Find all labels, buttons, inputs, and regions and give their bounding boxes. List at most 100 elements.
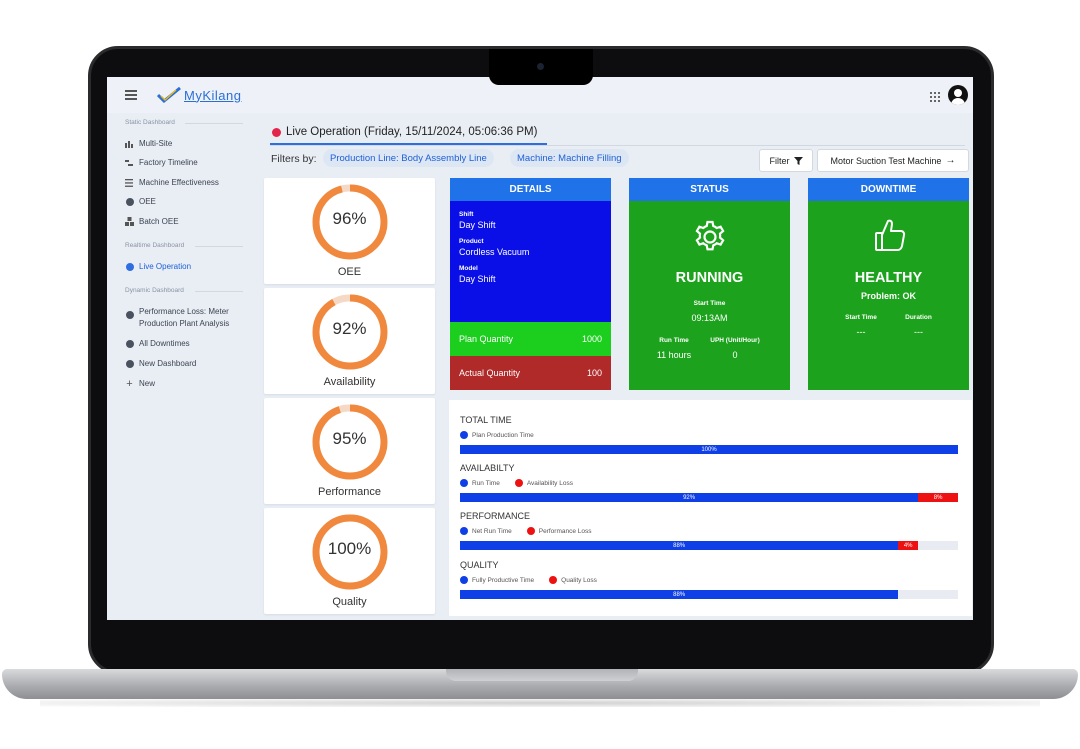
plan-quantity-value: 1000 (581, 334, 602, 344)
legend-label: Performance Loss (538, 527, 592, 535)
availability-legend: Run Time Availability Loss (460, 479, 573, 487)
sidebar-item-label: New (139, 379, 156, 388)
sidebar-item-machine-effectiveness[interactable]: Machine Effectiveness (125, 178, 219, 187)
product-label: Product (459, 238, 484, 245)
funnel-icon (793, 156, 803, 165)
actual-quantity-row: Actual Quantity 100 (450, 356, 611, 390)
sidebar-item-new[interactable]: + New (125, 377, 156, 390)
performance-title: PERFORMANCE (460, 511, 531, 521)
menu-icon[interactable] (125, 90, 137, 100)
downtime-body: HEALTHY Problem: OK Start Time --- Durat… (808, 201, 969, 390)
kpi-label: Performance (318, 486, 381, 498)
sidebar-item-factory-timeline[interactable]: Factory Timeline (125, 158, 198, 167)
bar-segment-net-run-time: 88% (460, 541, 899, 550)
kpi-label: OEE (337, 266, 362, 278)
logo-mark-icon (157, 87, 181, 103)
shift-label: Shift (459, 211, 474, 218)
sidebar: Static Dashboard Multi-Site Factory Time… (107, 113, 253, 620)
laptop-base (2, 669, 1078, 699)
section-title-realtime: Realtime Dashboard (125, 242, 185, 249)
sidebar-item-new-dashboard[interactable]: New Dashboard (125, 359, 196, 368)
downtime-start-label: Start Time (845, 314, 877, 321)
product-value: Cordless Vacuum (459, 247, 530, 257)
bar-chart-icon (125, 139, 134, 148)
total-time-title: TOTAL TIME (460, 415, 512, 425)
model-value: Day Shift (459, 274, 496, 284)
run-time-label: Run Time (659, 337, 689, 344)
batch-icon (125, 217, 134, 226)
camera-icon (537, 63, 544, 70)
sidebar-item-multi-site[interactable]: Multi-Site (125, 139, 172, 148)
app-logo[interactable]: MyKilang (157, 87, 241, 103)
sidebar-item-batch-oee[interactable]: Batch OEE (125, 217, 179, 226)
machine-select-button[interactable]: Motor Suction Test Machine → (817, 149, 969, 172)
divider (270, 145, 965, 146)
sidebar-item-all-downtimes[interactable]: All Downtimes (125, 339, 190, 348)
filters-label: Filters by: (271, 153, 317, 165)
uph-label: UPH (Unit/Hour) (710, 337, 760, 344)
kpi-card-oee: 96% OEE (264, 178, 435, 284)
bar-segment-performance-loss: 4% (898, 541, 919, 550)
gauge-icon (125, 197, 134, 206)
plan-quantity-label: Plan Quantity (459, 334, 514, 344)
details-panel: DETAILS Shift Day Shift Product Cordless… (450, 178, 611, 390)
actual-quantity-label: Actual Quantity (459, 368, 521, 378)
start-time-value: 09:13AM (691, 313, 728, 323)
filter-chip-production-line[interactable]: Production Line: Body Assembly Line (323, 149, 494, 167)
sidebar-item-performance-loss[interactable]: Performance Loss: Meter Production Plant … (125, 306, 229, 330)
kpi-value: 95% (332, 429, 367, 448)
status-body: RUNNING Start Time 09:13AM Run Time 11 h… (629, 201, 790, 390)
legend-label: Net Run Time (472, 527, 512, 535)
laptop-shadow (40, 699, 1040, 707)
dashboard-dot-icon (125, 310, 134, 319)
problem-text: Problem: OK (860, 291, 916, 301)
quality-legend: Fully Productive Time Quality Loss (460, 576, 597, 584)
kpi-card-performance: 95% Performance (264, 398, 435, 504)
divider (195, 291, 243, 292)
plus-icon: + (126, 377, 133, 390)
dashboard-dot-icon (125, 359, 134, 368)
run-time-value: 11 hours (656, 350, 692, 360)
filter-button[interactable]: Filter (759, 149, 813, 172)
legend-label: Quality Loss (561, 576, 597, 584)
live-dot-icon (125, 262, 134, 271)
timeline-icon (125, 158, 134, 167)
live-status-icon (272, 127, 281, 137)
bar-segment-plan: 100% (460, 445, 958, 454)
tab-live-operation[interactable]: Live Operation (Friday, 15/11/2024, 05:0… (272, 120, 537, 144)
legend-dot-icon (460, 576, 468, 584)
downtime-panel: DOWNTIME HEALTHY Problem: OK Start Time … (808, 178, 969, 390)
kpi-value: 100% (327, 539, 372, 558)
sidebar-item-label: OEE (139, 197, 156, 206)
downtime-title: DOWNTIME (808, 178, 969, 201)
section-title-dynamic: Dynamic Dashboard (125, 287, 184, 294)
legend-dot-icon (460, 527, 468, 535)
bar-segment-availability-loss: 8% (918, 493, 958, 502)
user-avatar[interactable] (948, 85, 968, 105)
sidebar-item-label: Batch OEE (139, 217, 179, 226)
list-icon (125, 178, 134, 187)
sidebar-item-label: Multi-Site (139, 139, 173, 148)
apps-grid-icon[interactable] (930, 92, 940, 102)
downtime-state: HEALTHY (854, 270, 923, 286)
sidebar-item-live-operation[interactable]: Live Operation (125, 262, 191, 271)
divider (195, 246, 243, 247)
kpi-value: 92% (332, 319, 367, 338)
model-label: Model (459, 265, 478, 272)
filter-chip-machine[interactable]: Machine: Machine Filling (510, 149, 629, 167)
arrow-right-icon: → (945, 155, 956, 166)
downtime-start-value: --- (856, 327, 866, 337)
quality-bar: 88% (460, 590, 958, 599)
legend-dot-icon (549, 576, 558, 584)
performance-bar: 88% 4% (460, 541, 958, 550)
sidebar-item-oee[interactable]: OEE (125, 197, 156, 206)
duration-label: Duration (905, 314, 932, 321)
legend-dot-icon (526, 527, 535, 535)
shift-value: Day Shift (459, 220, 496, 230)
thumbs-up-icon (875, 219, 906, 251)
quality-title: QUALITY (460, 560, 499, 570)
legend-dot-icon (460, 479, 468, 487)
details-title: DETAILS (450, 178, 611, 201)
details-body: Shift Day Shift Product Cordless Vacuum … (450, 201, 611, 322)
sidebar-item-label: Factory Timeline (139, 158, 198, 167)
